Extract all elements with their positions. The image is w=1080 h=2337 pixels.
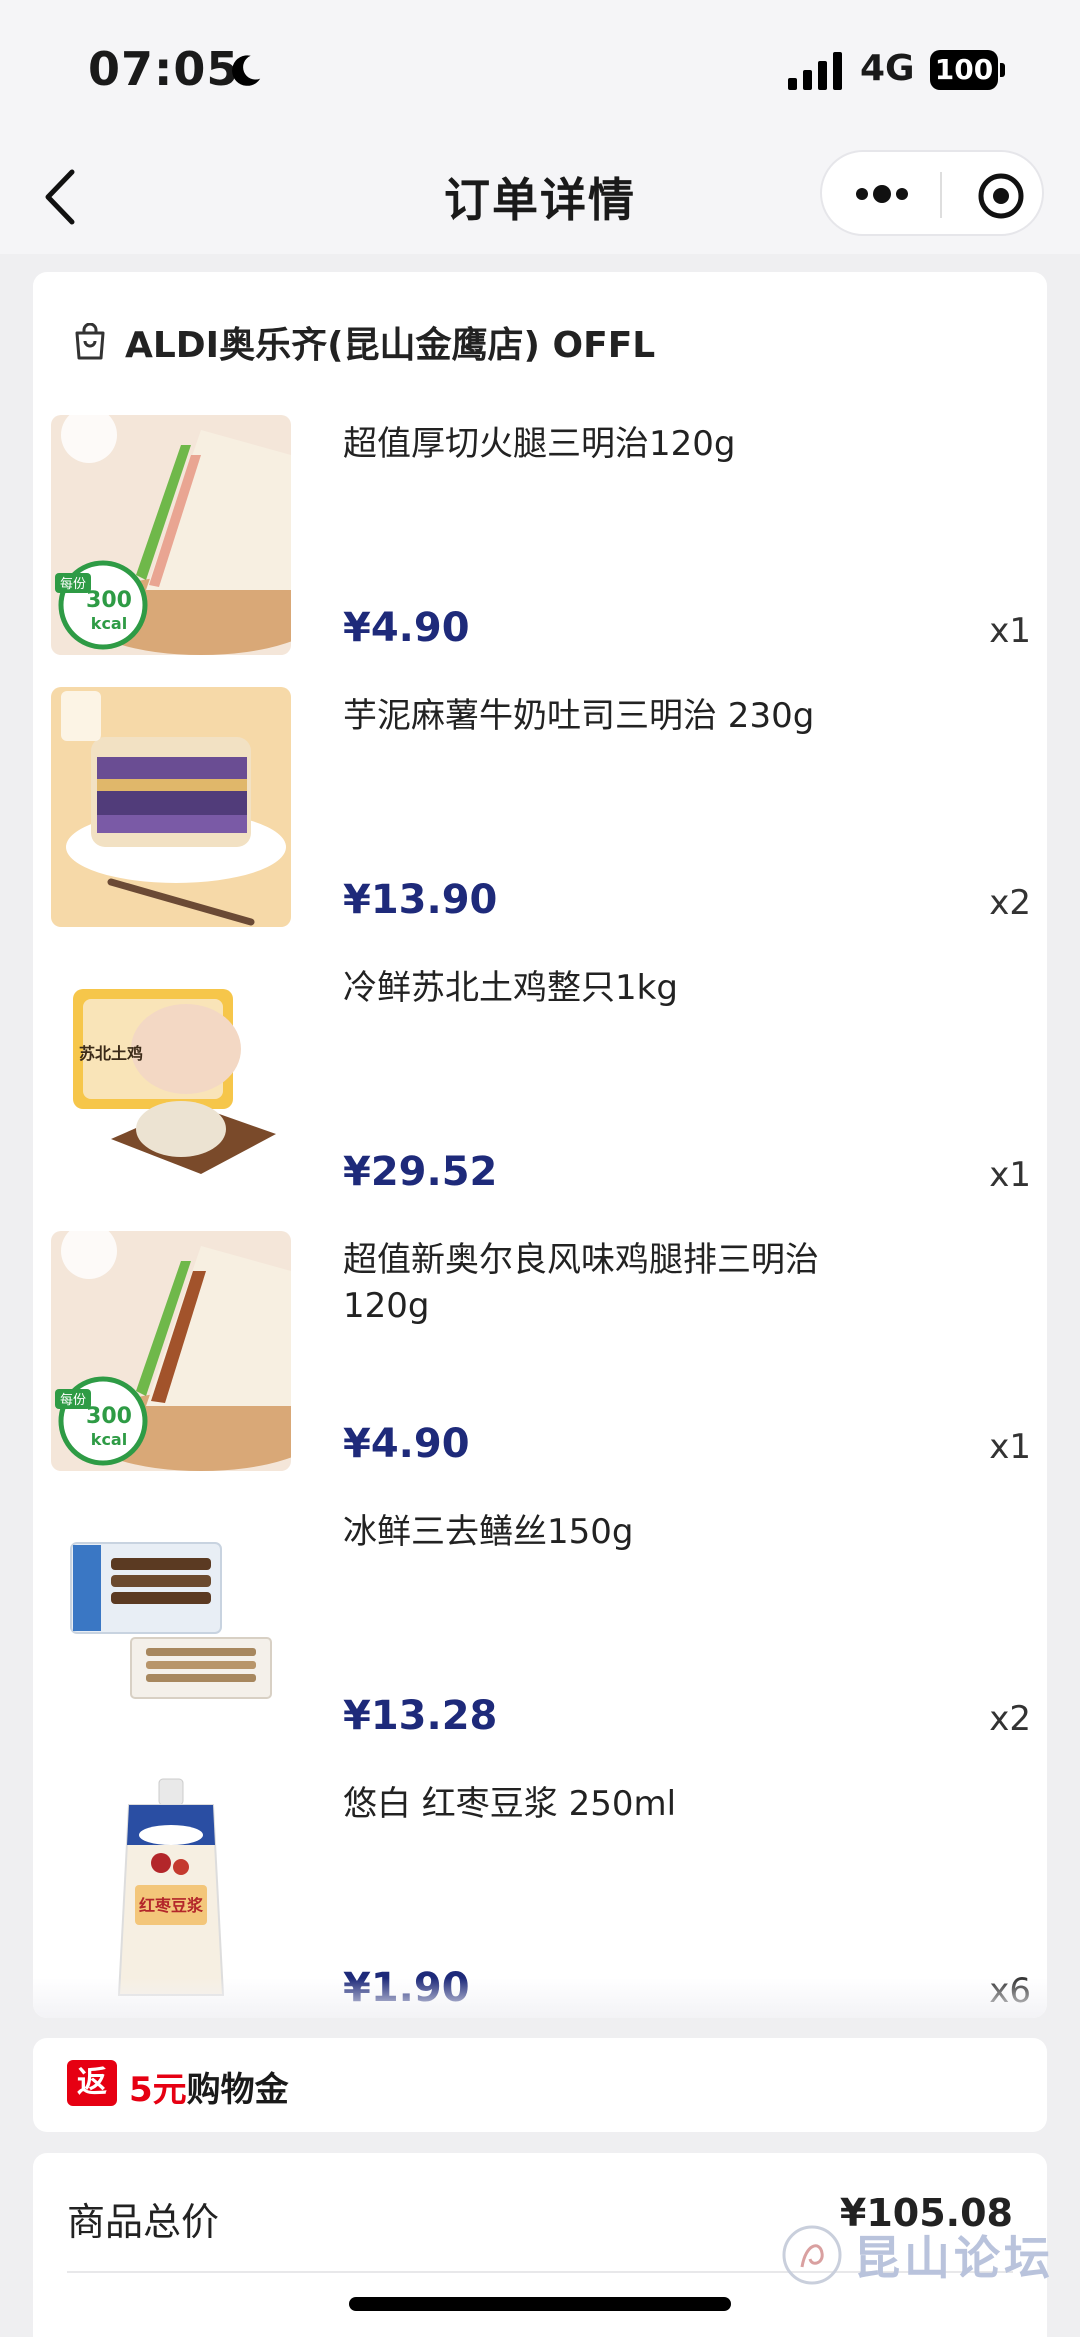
item-quantity: x1 bbox=[989, 1427, 1031, 1467]
rebate-amount: 5元 bbox=[129, 2070, 187, 2110]
svg-text:300: 300 bbox=[86, 1404, 132, 1429]
battery-icon: 100 bbox=[930, 50, 1006, 90]
svg-text:每份: 每份 bbox=[60, 1392, 86, 1408]
item-price: ¥4.90 bbox=[343, 605, 470, 651]
order-item[interactable]: 每份 300 kcal 超值新奥尔良风味鸡腿排三明治120g ¥4.90 x1 bbox=[51, 1231, 1031, 1473]
svg-text:苏北土鸡: 苏北土鸡 bbox=[79, 1044, 143, 1063]
signal-icon bbox=[788, 52, 842, 90]
item-quantity: x2 bbox=[989, 1699, 1031, 1739]
store-header[interactable]: ALDI奥乐齐(昆山金鹰店) OFFL bbox=[73, 312, 655, 372]
whole-chicken-image: 苏北土鸡 bbox=[51, 959, 291, 1199]
item-quantity: x1 bbox=[989, 611, 1031, 651]
order-item[interactable]: 每份 300 kcal 超值厚切火腿三明治120g ¥4.90 x1 bbox=[51, 415, 1031, 657]
chicken-sandwich-image: 每份 300 kcal bbox=[51, 1231, 291, 1471]
nav-bar: 订单详情 bbox=[0, 140, 1080, 254]
forum-logo-icon bbox=[782, 2225, 842, 2285]
more-icon[interactable] bbox=[852, 184, 912, 204]
status-bar: 07:05 4G 100 bbox=[0, 0, 1080, 140]
rebate-badge: 返 bbox=[67, 2060, 117, 2106]
store-name: ALDI奥乐齐(昆山金鹰店) OFFL bbox=[125, 325, 656, 366]
item-name: 超值新奥尔良风味鸡腿排三明治120g bbox=[343, 1240, 819, 1326]
item-price: ¥4.90 bbox=[343, 1421, 470, 1467]
item-price: ¥13.90 bbox=[343, 877, 498, 923]
svg-text:红枣豆浆: 红枣豆浆 bbox=[139, 1896, 204, 1915]
item-name: 悠白 红枣豆浆 250ml bbox=[343, 1784, 677, 1824]
item-name: 超值厚切火腿三明治120g bbox=[343, 424, 736, 464]
item-price: ¥13.28 bbox=[343, 1693, 498, 1739]
eel-shreds-image bbox=[51, 1503, 291, 1743]
order-item[interactable]: 苏北土鸡 冷鲜苏北土鸡整只1kg ¥29.52 x1 bbox=[51, 959, 1031, 1201]
order-item[interactable]: 冰鲜三去鳝丝150g ¥13.28 x2 bbox=[51, 1503, 1031, 1745]
watermark-text: 昆山论坛 bbox=[854, 2231, 1054, 2285]
order-items-card: ALDI奥乐齐(昆山金鹰店) OFFL 每份 300 kcal 超值厚切火腿三明… bbox=[33, 272, 1047, 2018]
rebate-text: 5元购物金 bbox=[129, 2062, 289, 2111]
card-bottom-fade bbox=[33, 1978, 1047, 2018]
battery-level: 100 bbox=[930, 50, 998, 90]
item-quantity: x2 bbox=[989, 883, 1031, 923]
home-indicator[interactable] bbox=[349, 2297, 731, 2311]
item-name: 冰鲜三去鳝丝150g bbox=[343, 1512, 634, 1552]
ham-sandwich-image: 每份 300 kcal bbox=[51, 415, 291, 655]
network-label: 4G bbox=[860, 48, 915, 89]
item-price: ¥29.52 bbox=[343, 1149, 498, 1195]
rebate-label: 购物金 bbox=[186, 2070, 289, 2110]
svg-text:每份: 每份 bbox=[60, 576, 86, 592]
item-name: 冷鲜苏北土鸡整只1kg bbox=[343, 968, 678, 1008]
total-price-label: 商品总价 bbox=[67, 2200, 220, 2244]
taro-toast-sandwich-image bbox=[51, 687, 291, 927]
svg-text:kcal: kcal bbox=[91, 614, 127, 633]
status-time: 07:05 bbox=[88, 42, 240, 96]
close-miniprogram-icon[interactable] bbox=[977, 172, 1025, 220]
item-quantity: x1 bbox=[989, 1155, 1031, 1195]
shopping-credit-card[interactable]: 返 5元购物金 bbox=[33, 2038, 1047, 2132]
miniprogram-capsule bbox=[820, 150, 1044, 236]
shopping-bag-icon bbox=[75, 323, 105, 360]
svg-text:kcal: kcal bbox=[91, 1430, 127, 1449]
item-name: 芋泥麻薯牛奶吐司三明治 230g bbox=[343, 696, 815, 736]
svg-text:300: 300 bbox=[86, 588, 132, 613]
moon-icon bbox=[232, 55, 261, 86]
order-item[interactable]: 芋泥麻薯牛奶吐司三明治 230g ¥13.90 x2 bbox=[51, 687, 1031, 929]
forum-watermark: 昆山论坛 bbox=[780, 2220, 1080, 2290]
